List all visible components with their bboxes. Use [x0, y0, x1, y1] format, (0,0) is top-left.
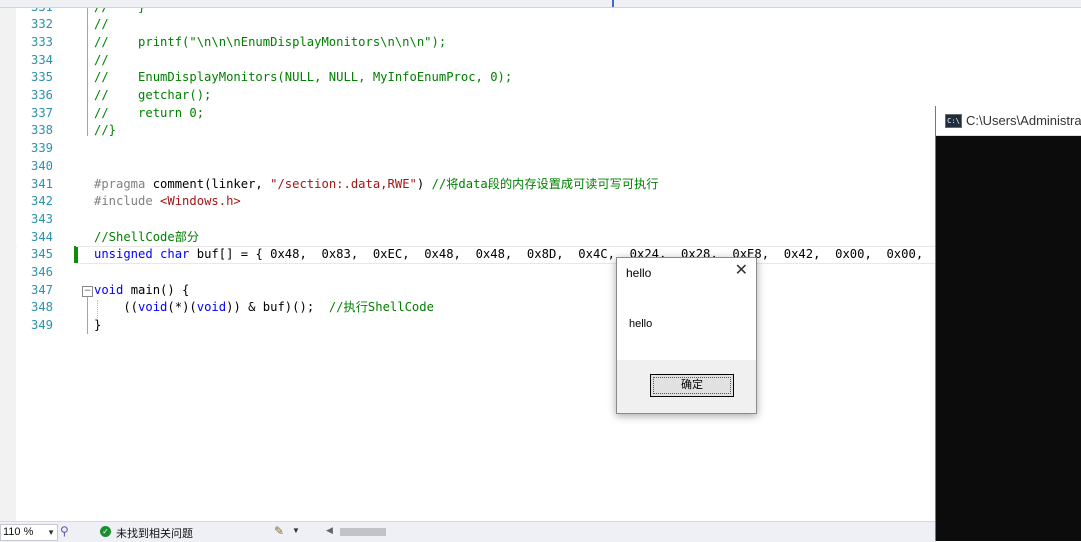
line-number: 348 [30, 300, 53, 315]
code-line[interactable]: 336 // getchar(); [16, 87, 1081, 105]
line-number: 331 [16, 8, 53, 16]
brush-icon[interactable]: ✎ [274, 524, 284, 538]
line-number: 337 [30, 105, 53, 120]
top-tab-strip [0, 0, 1081, 8]
line-code: //ShellCode部分 [94, 229, 200, 244]
line-code: //} [94, 123, 117, 138]
intellicode-icon[interactable]: ⚲ [60, 524, 69, 538]
message-box-footer: 确定 [617, 360, 756, 413]
code-line[interactable]: 347 void main() { [16, 282, 1081, 300]
line-code: #pragma comment(linker, "/section:.data,… [94, 176, 659, 191]
line-number: 332 [30, 17, 53, 32]
code-line[interactable]: 331 // } [16, 8, 1081, 16]
code-line[interactable]: 334 // [16, 52, 1081, 70]
line-number: 344 [30, 229, 53, 244]
code-line[interactable]: 332 // [16, 16, 1081, 34]
code-line[interactable]: 339 [16, 140, 1081, 158]
zoom-select[interactable]: 110 % ▼ [0, 524, 58, 541]
line-code: } [94, 318, 102, 333]
scroll-thumb[interactable] [340, 528, 386, 536]
line-code: // getchar(); [94, 88, 212, 102]
console-title: C:\Users\Administrator [966, 113, 1081, 128]
console-app-icon: C:\ [945, 114, 962, 128]
message-box[interactable]: hello ✕ hello 确定 [616, 257, 757, 414]
scroll-left-icon[interactable]: ◀ [326, 525, 333, 536]
line-code: #include <Windows.h> [94, 194, 241, 209]
line-number: 333 [30, 34, 53, 49]
line-number: 347 [30, 282, 53, 297]
status-bar: 110 % ▼ ⚲ ✓ 未找到相关问题 ✎ ▼ ◀ [0, 521, 935, 542]
code-editor[interactable]: − 331// }332//333// printf("\n\n\nEnumDi… [16, 8, 1081, 521]
line-number: 340 [30, 158, 53, 173]
close-icon[interactable]: ✕ [735, 262, 748, 280]
chevron-down-icon[interactable]: ▼ [292, 526, 300, 535]
line-code: // [94, 52, 109, 67]
line-code: // [94, 17, 109, 32]
code-line[interactable]: 349} [16, 317, 1081, 335]
code-line[interactable]: 338 //} [16, 122, 1081, 140]
line-number: 336 [30, 88, 53, 102]
line-number: 343 [30, 211, 53, 226]
line-number: 349 [30, 318, 53, 333]
line-code: // printf("\n\n\nEnumDisplayMonitors\n\n… [94, 34, 447, 49]
code-line[interactable]: 340 [16, 158, 1081, 176]
line-code: // } [94, 8, 145, 16]
line-code: // EnumDisplayMonitors(NULL, NULL, MyInf… [94, 70, 513, 85]
line-code: unsigned char buf[] = { 0x48, 0x83, 0xEC… [94, 247, 968, 262]
console-window[interactable]: C:\ C:\Users\Administrator [935, 106, 1081, 541]
code-line[interactable]: 344 //ShellCode部分 [16, 229, 1081, 247]
line-code: ((void(*)(void)) & buf)(); //执行ShellCode [94, 300, 434, 315]
zoom-value: 110 % [3, 526, 34, 538]
code-line[interactable]: 345 unsigned char buf[] = { 0x48, 0x83, 0… [16, 246, 1081, 264]
message-box-title: hello [626, 266, 652, 280]
line-number: 346 [30, 265, 53, 279]
code-line[interactable]: 348 ((void(*)(void)) & buf)(); //执行Shell… [16, 299, 1081, 317]
line-number: 339 [30, 141, 53, 156]
line-number: 338 [30, 123, 53, 138]
code-line[interactable]: 343 [16, 211, 1081, 229]
code-line[interactable]: 337 // return 0; [16, 105, 1081, 123]
code-line[interactable]: 335 // EnumDisplayMonitors(NULL, NULL, My… [16, 69, 1081, 87]
chevron-down-icon: ▼ [47, 528, 55, 537]
issues-status[interactable]: 未找到相关问题 [116, 525, 193, 541]
line-number: 334 [30, 52, 53, 67]
line-code: // return 0; [94, 105, 205, 120]
line-number: 342 [30, 194, 53, 209]
line-code: void main() { [94, 282, 190, 297]
line-number: 341 [30, 176, 53, 191]
line-number: 335 [30, 70, 53, 85]
console-titlebar[interactable]: C:\ C:\Users\Administrator [936, 106, 1081, 136]
code-line[interactable]: 346 [16, 264, 1081, 282]
message-box-text: hello [629, 318, 653, 330]
ok-button[interactable]: 确定 [650, 374, 734, 397]
check-icon: ✓ [100, 526, 111, 537]
code-line[interactable]: 341 #pragma comment(linker, "/section:.da… [16, 176, 1081, 194]
tab-divider [612, 0, 614, 7]
horizontal-scrollbar[interactable]: ◀ [322, 525, 934, 538]
left-margin [0, 8, 17, 521]
line-number: 345 [30, 247, 53, 262]
code-line[interactable]: 333 // printf("\n\n\nEnumDisplayMonitors\… [16, 34, 1081, 52]
code-line[interactable]: 342 #include <Windows.h> [16, 193, 1081, 211]
